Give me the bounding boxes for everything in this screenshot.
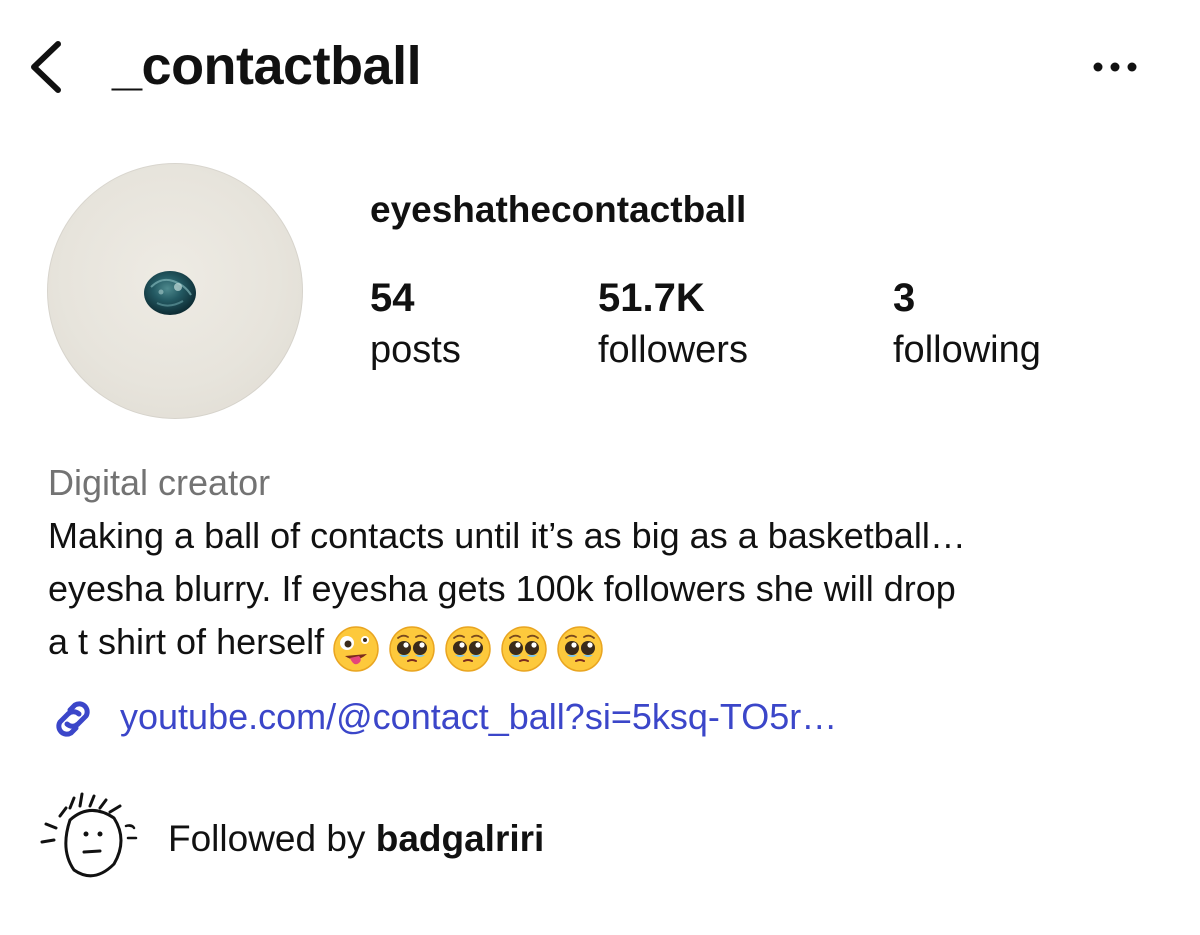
contact-ball-image xyxy=(144,271,196,315)
profile-category: Digital creator xyxy=(48,462,271,503)
profile-avatar[interactable] xyxy=(47,163,303,419)
pleading-face-emoji xyxy=(389,626,435,672)
following-count: 3 xyxy=(893,276,916,320)
posts-count: 54 xyxy=(370,276,415,320)
profile-username-title: _contactball xyxy=(112,36,422,96)
followers-stat[interactable]: 51.7K followers xyxy=(598,272,748,376)
bio-line-text: a t shirt of herself xyxy=(48,621,325,662)
followers-count: 51.7K xyxy=(598,276,705,320)
followed-by-text: Followed by badgalriri xyxy=(168,814,544,864)
more-options-button[interactable] xyxy=(1088,52,1148,82)
back-button[interactable] xyxy=(22,36,72,98)
pleading-face-emoji xyxy=(501,626,547,672)
zany-face-emoji xyxy=(333,626,379,672)
bio-emoji-row xyxy=(332,619,612,672)
following-stat[interactable]: 3 following xyxy=(893,272,1041,376)
followed-by-prefix: Followed by xyxy=(168,818,376,859)
followers-label: followers xyxy=(598,329,748,371)
posts-stat[interactable]: 54 posts xyxy=(370,272,461,376)
profile-display-name: eyeshathecontactball xyxy=(370,189,747,230)
bio-line: Making a ball of contacts until it’s as … xyxy=(48,515,966,556)
top-bar: _contactball xyxy=(0,0,1200,140)
followed-by-row[interactable]: Followed by badgalriri xyxy=(40,790,940,890)
link-icon xyxy=(56,701,90,737)
pleading-face-emoji xyxy=(445,626,491,672)
posts-label: posts xyxy=(370,329,461,371)
follower-avatar[interactable] xyxy=(40,790,140,890)
profile-link-text[interactable]: youtube.com/@contact_ball?si=5ksq-TO5r… xyxy=(120,692,837,742)
bio-line-last: a t shirt of herself xyxy=(48,615,1168,672)
followed-by-user[interactable]: badgalriri xyxy=(376,818,545,859)
bio-line: eyesha blurry. If eyesha gets 100k follo… xyxy=(48,568,956,609)
pleading-face-emoji xyxy=(557,626,603,672)
more-horizontal-icon xyxy=(1093,62,1137,72)
chevron-left-icon xyxy=(31,41,61,93)
following-label: following xyxy=(893,329,1041,371)
profile-bio: Making a ball of contacts until it’s as … xyxy=(48,509,1168,672)
